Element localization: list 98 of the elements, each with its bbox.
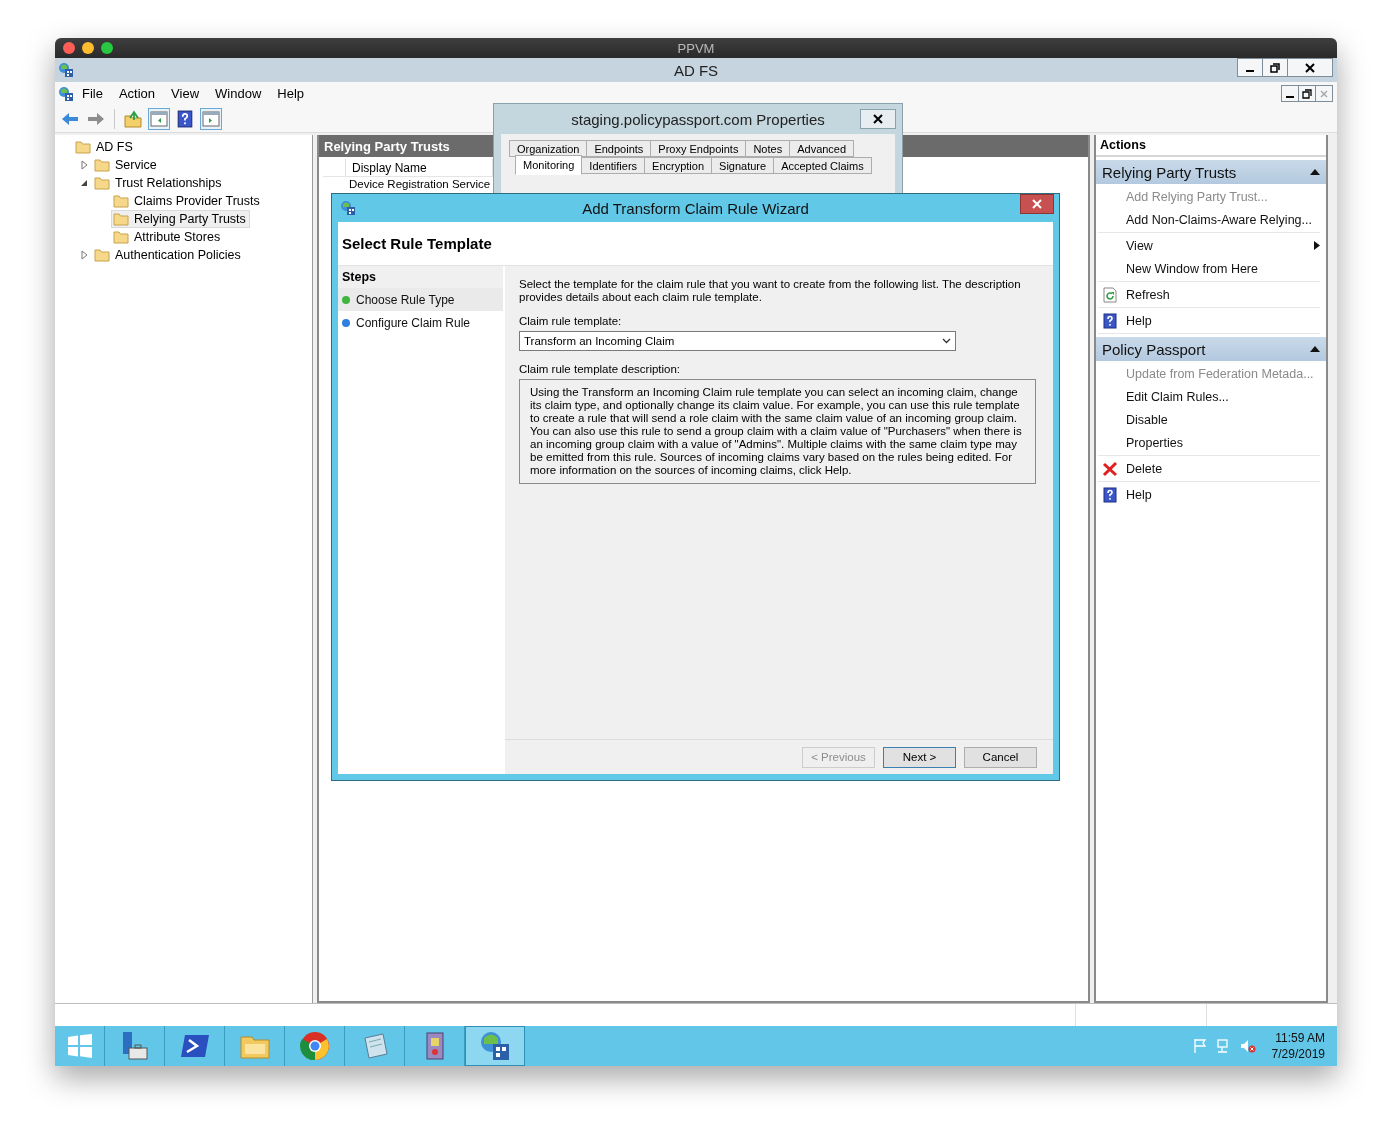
window-title: AD FS: [673, 61, 719, 79]
action-link[interactable]: Help: [1098, 309, 1320, 332]
restore-icon: [1302, 88, 1312, 99]
close-icon: [1032, 199, 1042, 209]
tab[interactable]: Organization: [509, 140, 588, 157]
actions-title: Actions: [1096, 135, 1326, 157]
host-window-title: PPVM: [677, 40, 715, 56]
instructions-text: Select the template for the claim rule that you want to create from the following list. The description provides details about each claim rule template.: [519, 278, 1022, 304]
steps-header: Steps: [338, 266, 503, 288]
browser-icon: [298, 1030, 331, 1062]
wizard-button[interactable]: Next >: [883, 746, 956, 768]
tree-item[interactable]: Authentication Policies: [92, 246, 245, 264]
action-link[interactable]: Delete: [1098, 457, 1320, 480]
restore-icon: [1270, 62, 1280, 73]
panel-icon: [150, 109, 168, 128]
action-link[interactable]: Disable: [1098, 408, 1320, 431]
menu-item[interactable]: File: [74, 84, 111, 103]
field-label: Claim rule template description:: [519, 363, 682, 375]
folder-icon: [94, 175, 110, 191]
help-icon: [1102, 312, 1118, 329]
action-link[interactable]: Edit Claim Rules...: [1098, 385, 1320, 408]
expander-icon[interactable]: [79, 178, 89, 188]
wizard-step[interactable]: Choose Rule Type: [338, 288, 503, 311]
menu-item[interactable]: Window: [207, 84, 270, 103]
dialog-title: staging.policypassport.com Properties: [571, 110, 825, 128]
minimize-icon: [1246, 70, 1254, 72]
folder-icon: [94, 247, 110, 263]
app-icon: [340, 200, 356, 216]
close-button[interactable]: [860, 109, 896, 129]
minimize-button[interactable]: [1281, 85, 1299, 102]
wizard-button[interactable]: Cancel: [964, 746, 1037, 768]
refresh-icon: [1102, 286, 1118, 303]
speaker-muted-icon[interactable]: [1239, 1038, 1256, 1054]
close-icon: [873, 114, 883, 124]
taskbar-app[interactable]: [465, 1026, 525, 1066]
tab[interactable]: Notes: [745, 140, 791, 157]
tab[interactable]: Encryption: [644, 157, 713, 174]
zoom-light[interactable]: [101, 42, 113, 54]
restore-button[interactable]: [1262, 58, 1288, 77]
help-icon: [176, 109, 194, 128]
template-dropdown[interactable]: Transform an Incoming Claim: [519, 331, 956, 351]
submenu-arrow-icon: [1314, 241, 1320, 250]
step-label: Choose Rule Type: [356, 292, 455, 307]
tab[interactable]: Endpoints: [586, 140, 652, 157]
tree-item[interactable]: Trust Relationships: [92, 174, 226, 192]
close-icon: [1319, 88, 1329, 99]
action-link[interactable]: View: [1098, 234, 1320, 257]
minimize-icon: [1286, 96, 1294, 98]
minimize-button[interactable]: [1237, 58, 1263, 77]
action-link[interactable]: Properties: [1098, 431, 1320, 454]
caret-icon[interactable]: [1310, 169, 1320, 175]
chevron-down-icon: [942, 338, 951, 344]
folder-up-icon: [124, 109, 142, 128]
tree-item[interactable]: Attribute Stores: [111, 228, 225, 246]
windows-logo-icon: [66, 1033, 93, 1059]
section-header[interactable]: Policy Passport: [1096, 337, 1326, 361]
tree-item[interactable]: Claims Provider Trusts: [111, 192, 264, 210]
wizard-title: Add Transform Claim Rule Wizard: [582, 199, 809, 217]
tab[interactable]: Accepted Claims: [773, 157, 872, 174]
delete-icon: [1102, 460, 1118, 477]
wizard-step[interactable]: Configure Claim Rule: [338, 311, 503, 334]
folder-icon: [75, 139, 91, 155]
tab[interactable]: Proxy Endpoints: [650, 140, 747, 157]
app-icon: [58, 85, 74, 102]
menu-item[interactable]: Action: [110, 84, 164, 103]
action-link[interactable]: Help: [1098, 483, 1320, 506]
clock-time[interactable]: 11:59 AM: [1275, 1030, 1325, 1046]
menu-item[interactable]: View: [163, 84, 208, 103]
section-header[interactable]: Relying Party Trusts: [1096, 160, 1326, 184]
action-link[interactable]: Add Non-Claims-Aware Relying...: [1098, 208, 1320, 231]
tree-item[interactable]: Service: [92, 156, 161, 174]
close-button[interactable]: [1020, 194, 1054, 214]
folder-icon: [113, 211, 129, 227]
field-label: Claim rule template:: [519, 315, 623, 327]
close-button[interactable]: [1287, 58, 1333, 77]
help-icon: [1102, 486, 1118, 503]
app-icon: [58, 62, 74, 78]
tab[interactable]: Monitoring: [515, 155, 583, 175]
list-row[interactable]: Device Registration Service: [349, 177, 491, 191]
tab[interactable]: Signature: [711, 157, 775, 174]
minimize-light[interactable]: [82, 42, 94, 54]
clock-date[interactable]: 7/29/2019: [1271, 1046, 1325, 1062]
globe-server-icon: [479, 1030, 511, 1062]
action-link[interactable]: New Window from Here: [1098, 257, 1320, 280]
panel-icon: [202, 109, 220, 128]
close-light[interactable]: [63, 42, 75, 54]
caret-icon[interactable]: [1310, 346, 1320, 352]
restore-button[interactable]: [1298, 85, 1316, 102]
tab[interactable]: Identifiers: [581, 157, 646, 174]
menu-item[interactable]: Help: [269, 84, 313, 103]
folder-icon: [94, 157, 110, 173]
description-box: Using the Transform an Incoming Claim rule template you can select an incoming claim, change its claim type, and optionally change its claim value. For example, you can use this rule template to create a rule that will send a role claim with the same claim value of an incoming group claim. You can also use this rule to send a group claim with a claim value of "Purchasers" when there is an incoming group claim with a value of "Admins". Multiple claims with the same claim type may be emitted from this rule. Sources of incoming claims vary based on the rules being edited. For more information on the sources of incoming claims, click Help.: [519, 379, 1036, 484]
tree-item[interactable]: AD FS: [73, 138, 137, 156]
step-label: Configure Claim Rule: [356, 315, 471, 330]
tab[interactable]: Advanced: [789, 140, 855, 157]
close-icon: [1305, 62, 1315, 73]
action-link[interactable]: Refresh: [1098, 283, 1320, 306]
tree-item[interactable]: Relying Party Trusts: [111, 210, 250, 228]
